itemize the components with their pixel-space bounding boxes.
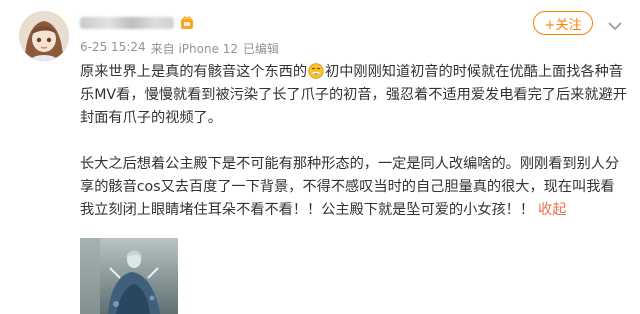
username[interactable] — [80, 14, 194, 32]
blurred-username — [80, 17, 174, 29]
avatar[interactable] — [19, 11, 69, 61]
post-content: 原来世界上是真的有骸音这个东西的 初中刚刚知道初音的时候就在优酷上面找各种音乐MV… — [80, 61, 628, 245]
post-meta: 6-25 15:24 来自 iPhone 12 已编辑 — [80, 40, 279, 57]
post-edited: 已编辑 — [243, 42, 280, 56]
paragraph-1: 原来世界上是真的有骸音这个东西的 初中刚刚知道初音的时候就在优酷上面找各种音乐MV… — [80, 61, 628, 130]
grinning-face-emoji-icon — [308, 63, 324, 79]
follow-button[interactable]: +关注 — [533, 11, 593, 35]
post-image-thumbnail[interactable] — [80, 238, 178, 314]
post-time[interactable]: 6-25 15:24 — [80, 40, 146, 57]
thumbnail-illustration — [80, 238, 178, 314]
post-source: 来自 iPhone 12 — [150, 42, 239, 56]
collapse-link[interactable]: 收起 — [538, 202, 566, 218]
badge-icon — [180, 16, 194, 30]
paragraph-2: 长大之后想着公主殿下是不可能有那种形态的，一定是同人改编啥的。刚刚看到别人分享的… — [80, 153, 628, 222]
paragraph-1-a: 原来世界上是真的有骸音这个东西的 — [80, 64, 308, 80]
avatar-illustration — [19, 11, 69, 61]
chevron-down-icon[interactable] — [607, 17, 623, 31]
follow-label: +关注 — [544, 17, 582, 33]
